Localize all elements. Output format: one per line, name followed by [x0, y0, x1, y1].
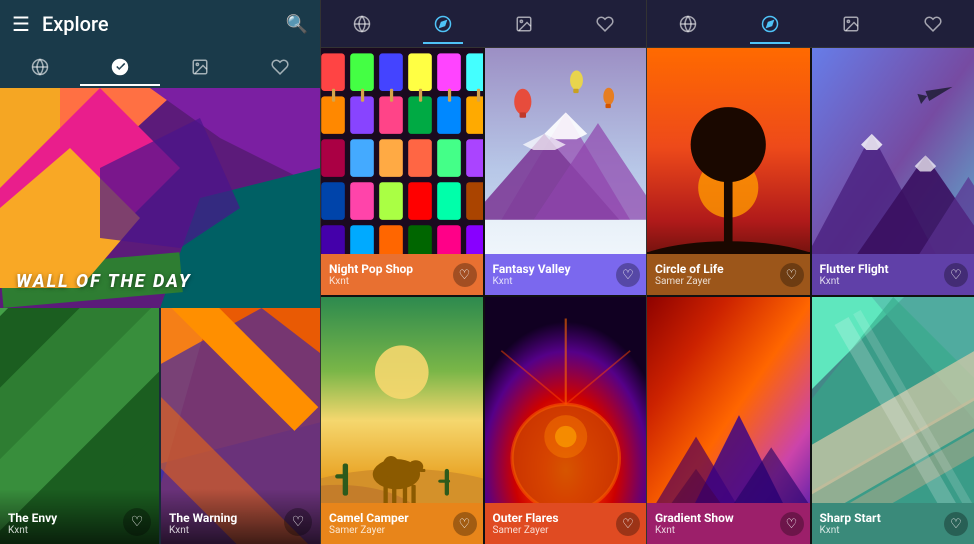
card-the-warning[interactable]: The Warning Kxnt ♡ [161, 308, 320, 544]
envy-heart-btn[interactable]: ♡ [123, 508, 151, 536]
fantasy-valley-heart[interactable]: ♡ [616, 263, 640, 287]
grid-outer-flares[interactable]: Outer Flares Samer Zayer ♡ [485, 297, 647, 544]
camel-camper-heart[interactable]: ♡ [453, 512, 477, 536]
wall-of-day[interactable]: WALL OF THE DAY [0, 88, 320, 308]
flutter-flight-heart[interactable]: ♡ [944, 263, 968, 287]
circle-of-life-heart[interactable]: ♡ [780, 263, 804, 287]
right-nav-image[interactable] [831, 4, 871, 44]
right-panel: Circle of Life Samer Zayer ♡ [647, 0, 974, 544]
left-nav [0, 48, 320, 88]
outer-flares-heart[interactable]: ♡ [616, 512, 640, 536]
night-pop-heart[interactable]: ♡ [453, 263, 477, 287]
card-the-envy[interactable]: The Envy Kxnt ♡ [0, 308, 159, 544]
grid-camel-camper[interactable]: Camel Camper Samer Zayer ♡ [321, 297, 483, 544]
right-grid: Circle of Life Samer Zayer ♡ [647, 48, 974, 544]
left-header: ☰ Explore 🔍 [0, 0, 320, 48]
middle-panel: Night Pop Shop Kxnt ♡ [320, 0, 647, 544]
page-title: Explore [42, 12, 286, 36]
mid-nav-heart[interactable] [585, 4, 625, 44]
right-nav-heart[interactable] [913, 4, 953, 44]
grid-gradient-show[interactable]: Gradient Show Kxnt ♡ [647, 297, 810, 544]
nav-explore[interactable] [80, 48, 160, 86]
right-panel-header [647, 0, 974, 48]
right-nav-explore[interactable] [750, 4, 790, 44]
grid-fantasy-valley[interactable]: Fantasy Valley Kxnt ♡ [485, 48, 647, 295]
wall-of-day-label: WALL OF THE DAY [16, 271, 192, 292]
nav-heart[interactable] [240, 48, 320, 86]
app-container: ☰ Explore 🔍 [0, 0, 974, 544]
warning-heart-btn[interactable]: ♡ [284, 508, 312, 536]
nav-globe[interactable] [0, 48, 80, 86]
right-nav-globe[interactable] [668, 4, 708, 44]
grid-night-pop-shop[interactable]: Night Pop Shop Kxnt ♡ [321, 48, 483, 295]
bottom-cards: The Envy Kxnt ♡ The Warning Kxnt [0, 308, 320, 544]
search-icon[interactable]: 🔍 [286, 14, 308, 35]
left-panel: ☰ Explore 🔍 [0, 0, 320, 544]
mid-nav-image[interactable] [504, 4, 544, 44]
mid-nav-explore[interactable] [423, 4, 463, 44]
menu-icon[interactable]: ☰ [12, 12, 30, 36]
gradient-show-heart[interactable]: ♡ [780, 512, 804, 536]
grid-sharp-start[interactable]: Sharp Start Kxnt ♡ [812, 297, 974, 544]
mid-nav-globe[interactable] [342, 4, 382, 44]
sharp-start-heart[interactable]: ♡ [944, 512, 968, 536]
middle-grid: Night Pop Shop Kxnt ♡ [321, 48, 646, 544]
grid-flutter-flight[interactable]: Flutter Flight Kxnt ♡ [812, 48, 974, 295]
middle-panel-header [321, 0, 646, 48]
nav-image[interactable] [160, 48, 240, 86]
grid-circle-of-life[interactable]: Circle of Life Samer Zayer ♡ [647, 48, 810, 295]
